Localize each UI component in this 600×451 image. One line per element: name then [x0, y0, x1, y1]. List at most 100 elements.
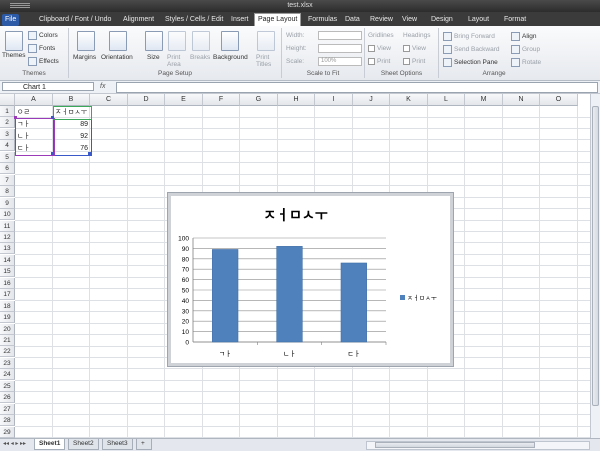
row-header[interactable]: 13: [0, 243, 15, 255]
column-header[interactable]: D: [128, 94, 165, 106]
vertical-scrollbar[interactable]: [590, 94, 600, 438]
row-header[interactable]: 27: [0, 403, 15, 415]
tab-clipboard-font-undo[interactable]: Clipboard / Font / Undo: [36, 14, 114, 26]
vertical-scroll-thumb[interactable]: [592, 106, 599, 406]
scale-input[interactable]: 100%: [318, 57, 362, 66]
column-header[interactable]: L: [428, 94, 465, 106]
sheet-tab-2[interactable]: Sheet2: [68, 439, 99, 450]
tab-insert[interactable]: Insert: [228, 14, 252, 26]
row-header[interactable]: 6: [0, 163, 15, 175]
chart-object[interactable]: ㅈㅓㅁㅅㅜ 0 10 20 30 40 50 60 70 80 90 100 ㄱㅏ ㄴㅏ ㄷㅏ ㅈㅓㅁㅅㅜ: [168, 193, 453, 366]
fonts-button[interactable]: Fonts: [28, 44, 55, 53]
row-header[interactable]: 26: [0, 392, 15, 404]
row-header[interactable]: 18: [0, 300, 15, 312]
name-box[interactable]: Chart 1: [2, 82, 94, 91]
range-resize-handle[interactable]: [88, 152, 91, 155]
tab-format[interactable]: Format: [501, 14, 529, 26]
gridlines-view-checkbox[interactable]: View: [368, 45, 391, 52]
print-area-button[interactable]: Print Area: [167, 54, 183, 68]
row-header[interactable]: 14: [0, 254, 15, 266]
horizontal-scroll-thumb[interactable]: [375, 442, 535, 448]
row-header[interactable]: 25: [0, 380, 15, 392]
size-button[interactable]: Size: [147, 54, 160, 61]
sheet-nav-arrows-icon[interactable]: ◂◂ ◂ ▸ ▸▸: [3, 440, 26, 447]
column-header[interactable]: N: [503, 94, 540, 106]
row-header[interactable]: 5: [0, 151, 15, 163]
margins-button[interactable]: Margins: [73, 54, 96, 61]
background-button[interactable]: Background: [213, 54, 248, 61]
height-dropdown[interactable]: [318, 44, 362, 53]
row-header[interactable]: 15: [0, 266, 15, 278]
width-dropdown[interactable]: [318, 31, 362, 40]
send-backward-button[interactable]: Send Backward: [443, 45, 500, 54]
column-header[interactable]: M: [465, 94, 503, 106]
row-header[interactable]: 23: [0, 357, 15, 369]
range-resize-handle[interactable]: [14, 116, 17, 119]
tab-layout[interactable]: Layout: [465, 14, 492, 26]
column-header[interactable]: K: [390, 94, 428, 106]
formula-input[interactable]: [116, 82, 598, 93]
cell-a1[interactable]: ㅇㄹ: [15, 107, 53, 118]
tab-alignment[interactable]: Alignment: [120, 14, 157, 26]
fx-icon[interactable]: fx: [100, 83, 105, 90]
row-header[interactable]: 22: [0, 346, 15, 358]
row-header[interactable]: 28: [0, 415, 15, 427]
column-header[interactable]: B: [53, 94, 90, 106]
gridlines-print-checkbox[interactable]: Print: [368, 58, 390, 65]
tab-page-layout[interactable]: Page Layout: [254, 13, 302, 26]
bring-forward-button[interactable]: Bring Forward: [443, 32, 495, 41]
row-header[interactable]: 21: [0, 335, 15, 346]
row-header[interactable]: 11: [0, 220, 15, 232]
column-header[interactable]: F: [203, 94, 240, 106]
row-header[interactable]: 12: [0, 231, 15, 243]
headings-view-checkbox[interactable]: View: [403, 45, 426, 52]
column-header[interactable]: H: [278, 94, 315, 106]
sheet-tab-3[interactable]: Sheet3: [102, 439, 133, 450]
tab-file[interactable]: File: [2, 14, 20, 26]
row-header[interactable]: 17: [0, 289, 15, 301]
select-all-corner[interactable]: [0, 94, 15, 106]
headings-print-checkbox[interactable]: Print: [403, 58, 425, 65]
column-header[interactable]: A: [15, 94, 53, 106]
sheet-tab-1[interactable]: Sheet1: [34, 439, 66, 450]
range-resize-handle[interactable]: [51, 116, 54, 119]
group-button[interactable]: Group: [511, 45, 540, 54]
column-header[interactable]: C: [90, 94, 128, 106]
print-titles-button[interactable]: Print Titles: [256, 54, 274, 68]
column-header[interactable]: I: [315, 94, 353, 106]
tab-styles-cells-edit[interactable]: Styles / Cells / Edit: [162, 14, 226, 26]
selection-pane-button[interactable]: Selection Pane: [443, 58, 498, 67]
row-header[interactable]: 8: [0, 186, 15, 198]
row-header[interactable]: 1: [0, 106, 15, 117]
tab-formulas[interactable]: Formulas: [305, 14, 340, 26]
row-header[interactable]: 16: [0, 277, 15, 289]
row-header[interactable]: 19: [0, 312, 15, 324]
rotate-button[interactable]: Rotate: [511, 58, 541, 67]
row-header[interactable]: 20: [0, 323, 15, 335]
themes-button[interactable]: Themes: [2, 52, 25, 59]
row-header[interactable]: 3: [0, 128, 15, 140]
column-header[interactable]: O: [540, 94, 578, 106]
column-header[interactable]: J: [353, 94, 390, 106]
row-header[interactable]: 10: [0, 209, 15, 221]
column-header[interactable]: G: [240, 94, 278, 106]
row-header[interactable]: 4: [0, 140, 15, 152]
tab-review[interactable]: Review: [367, 14, 396, 26]
tab-view[interactable]: View: [399, 14, 420, 26]
range-resize-handle[interactable]: [51, 152, 54, 155]
align-button[interactable]: Align: [511, 32, 536, 41]
column-header[interactable]: E: [165, 94, 203, 106]
row-header[interactable]: 2: [0, 117, 15, 129]
tab-design[interactable]: Design: [428, 14, 456, 26]
row-header[interactable]: 24: [0, 369, 15, 381]
breaks-button[interactable]: Breaks: [190, 54, 210, 61]
horizontal-scrollbar[interactable]: [366, 441, 590, 450]
effects-button[interactable]: Effects: [28, 57, 59, 66]
row-header[interactable]: 9: [0, 197, 15, 209]
row-header[interactable]: 7: [0, 174, 15, 186]
row-header[interactable]: 29: [0, 426, 15, 438]
orientation-button[interactable]: Orientation: [101, 54, 133, 61]
insert-sheet-icon[interactable]: +: [136, 439, 152, 450]
colors-button[interactable]: Colors: [28, 31, 58, 40]
tab-data[interactable]: Data: [342, 14, 363, 26]
